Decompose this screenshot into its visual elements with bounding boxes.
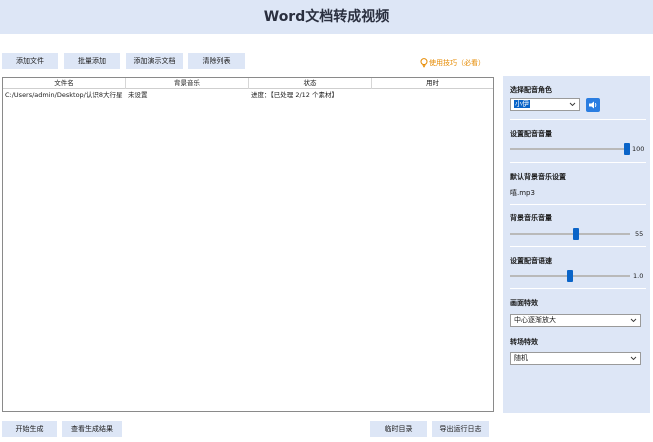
divider [510, 204, 646, 205]
voice-preview-button[interactable] [586, 98, 600, 112]
temp-directory-button[interactable]: 临时目录 [370, 421, 427, 437]
divider [510, 119, 646, 120]
bgm-volume-label: 背景音乐音量 [510, 214, 552, 222]
default-bgm-value[interactable]: 嘻.mp3 [510, 188, 535, 198]
column-header-status[interactable]: 状态 [249, 78, 372, 89]
divider [510, 162, 646, 163]
voice-volume-slider[interactable] [510, 143, 630, 155]
voice-volume-value: 100 [632, 145, 645, 153]
chevron-down-icon [630, 318, 637, 323]
batch-add-button[interactable]: 批量添加 [64, 53, 120, 69]
column-header-music[interactable]: 背景音乐 [126, 78, 249, 89]
divider [510, 288, 646, 289]
view-result-button[interactable]: 查看生成结果 [62, 421, 122, 437]
column-header-filename[interactable]: 文件名 [3, 78, 126, 89]
row-time [374, 90, 492, 100]
app-header: Word文档转成视频 [0, 0, 653, 34]
chevron-down-icon [569, 102, 576, 107]
voice-volume-label: 设置配音音量 [510, 130, 552, 138]
file-table[interactable]: 文件名 背景音乐 状态 用时 C:/Users/admin/Desktop/认识… [2, 77, 494, 412]
voice-speed-slider[interactable] [510, 270, 630, 282]
lightbulb-icon [420, 58, 428, 68]
clear-list-button[interactable]: 清除列表 [188, 53, 245, 69]
add-file-button[interactable]: 添加文件 [2, 53, 58, 69]
effect-value: 中心逐渐放大 [514, 316, 556, 324]
usage-tips-link[interactable]: 使用技巧（必看） [420, 57, 485, 69]
voice-role-label: 选择配音角色 [510, 86, 552, 94]
row-music: 未设置 [128, 91, 148, 99]
start-generate-button[interactable]: 开始生成 [2, 421, 57, 437]
default-bgm-label: 默认背景音乐设置 [510, 173, 566, 181]
bgm-volume-thumb[interactable] [572, 228, 579, 240]
bgm-volume-slider[interactable] [510, 228, 630, 240]
effect-label: 画面特效 [510, 299, 538, 307]
transition-label: 转场特效 [510, 338, 538, 346]
voice-role-select[interactable]: 小伊 [510, 98, 580, 111]
voice-role-value: 小伊 [514, 100, 530, 108]
voice-volume-thumb[interactable] [624, 143, 630, 155]
row-filename: C:/Users/admin/Desktop/认识8大行星 [5, 91, 123, 99]
voice-speed-value: 1.0 [633, 272, 644, 280]
voice-speed-label: 设置配音语速 [510, 257, 552, 265]
usage-tips-label: 使用技巧（必看） [429, 59, 485, 67]
export-log-button[interactable]: 导出运行日志 [432, 421, 489, 437]
row-status: 进度：【已处理 2/12 个素材】 [251, 91, 338, 99]
bgm-volume-value: 55 [635, 230, 644, 238]
column-header-time[interactable]: 用时 [372, 78, 493, 89]
add-ppt-button[interactable]: 添加演示文档 [126, 53, 183, 69]
table-header: 文件名 背景音乐 状态 用时 [3, 78, 493, 89]
transition-value: 随机 [514, 354, 528, 362]
transition-select[interactable]: 随机 [510, 352, 641, 365]
effect-select[interactable]: 中心逐渐放大 [510, 314, 641, 327]
app-title: Word文档转成视频 [263, 9, 390, 25]
table-row[interactable]: C:/Users/admin/Desktop/认识8大行星 未设置 进度：【已处… [3, 90, 493, 100]
chevron-down-icon [630, 356, 637, 361]
divider [510, 246, 646, 247]
speaker-icon [589, 101, 597, 109]
voice-speed-thumb[interactable] [567, 270, 573, 282]
settings-panel: 选择配音角色 小伊 设置配音音量 100 默认背景音乐设置 嘻.mp3 背景音乐… [503, 76, 650, 413]
